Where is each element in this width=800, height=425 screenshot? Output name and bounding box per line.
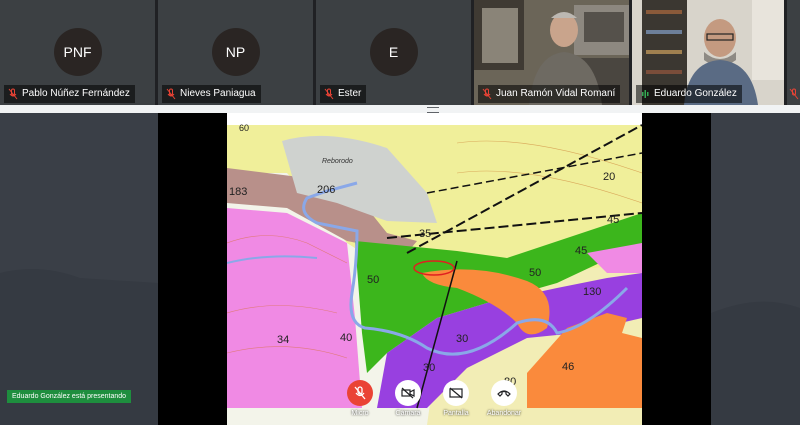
speaking-icon [642, 90, 649, 98]
participant-name-bar: Ester [320, 85, 367, 103]
participant-video-tile-active[interactable]: Eduardo González [632, 0, 784, 105]
map-label: 30 [456, 333, 468, 345]
participant-name: Ester [338, 88, 362, 99]
presenting-banner: Eduardo González está presentando [7, 390, 132, 403]
camera-button[interactable] [395, 380, 421, 406]
participant-strip: PNF Pablo Núñez Fernández NP Nieves Pani… [0, 0, 800, 105]
map-label: 60 [239, 123, 249, 133]
mic-button[interactable] [347, 380, 373, 406]
mic-off-icon [324, 88, 334, 100]
participant-name: Eduardo González [654, 88, 737, 99]
map-label: Reborodo [322, 158, 353, 165]
mic-off-icon [166, 88, 176, 100]
avatar: NP [211, 28, 260, 76]
map-label: 50 [529, 267, 541, 279]
map-label: 45 [575, 245, 587, 257]
map-label: 34 [277, 334, 289, 346]
mic-off-icon [8, 88, 18, 100]
participant-video-tile[interactable]: Juan Ramón Vidal Romaní [474, 0, 629, 105]
participant-name-bar: Nieves Paniagua [162, 85, 261, 103]
avatar: E [369, 28, 418, 76]
map-label: 45 [607, 214, 619, 226]
map-label: 46 [562, 361, 574, 373]
avatar: PNF [53, 28, 102, 76]
mic-off-icon [789, 88, 799, 100]
participant-name: Juan Ramón Vidal Romaní [496, 88, 616, 99]
mic-off-icon [354, 386, 366, 400]
geological-map: 60 183 206 Reborodo 20 45 35 45 50 50 13… [227, 113, 642, 425]
map-label: 35 [419, 228, 431, 240]
map-label: 40 [340, 332, 352, 344]
mic-off-icon [482, 88, 492, 100]
map-label: 206 [317, 184, 335, 196]
map-label: 30 [423, 362, 435, 374]
participant-tile[interactable]: NP Nieves Paniagua [158, 0, 313, 105]
participant-tile-overflow[interactable] [787, 0, 800, 105]
call-controls: Micro Cámara Pantalla Abandonar [226, 380, 642, 425]
participant-name: Pablo Núñez Fernández [22, 88, 130, 99]
leave-button[interactable] [491, 380, 517, 406]
map-label: 183 [229, 186, 247, 198]
map-label: 20 [603, 171, 615, 183]
participant-name-bar: Pablo Núñez Fernández [4, 85, 135, 103]
screen-share-off-icon [449, 387, 463, 399]
screen-share-button[interactable] [443, 380, 469, 406]
leave-label: Abandonar [486, 410, 522, 417]
hang-up-icon [497, 390, 511, 397]
participant-name-bar: Juan Ramón Vidal Romaní [478, 85, 621, 103]
camera-off-icon [401, 387, 415, 399]
participant-tile[interactable]: E Ester [316, 0, 471, 105]
strip-divider [0, 105, 800, 113]
map-label: 50 [367, 274, 379, 286]
leave-control[interactable]: Abandonar [474, 380, 534, 417]
participant-tile[interactable]: PNF Pablo Núñez Fernández [0, 0, 155, 105]
map-label: 130 [583, 286, 601, 298]
participant-name: Nieves Paniagua [180, 88, 256, 99]
participant-name-bar: Eduardo González [636, 85, 742, 103]
